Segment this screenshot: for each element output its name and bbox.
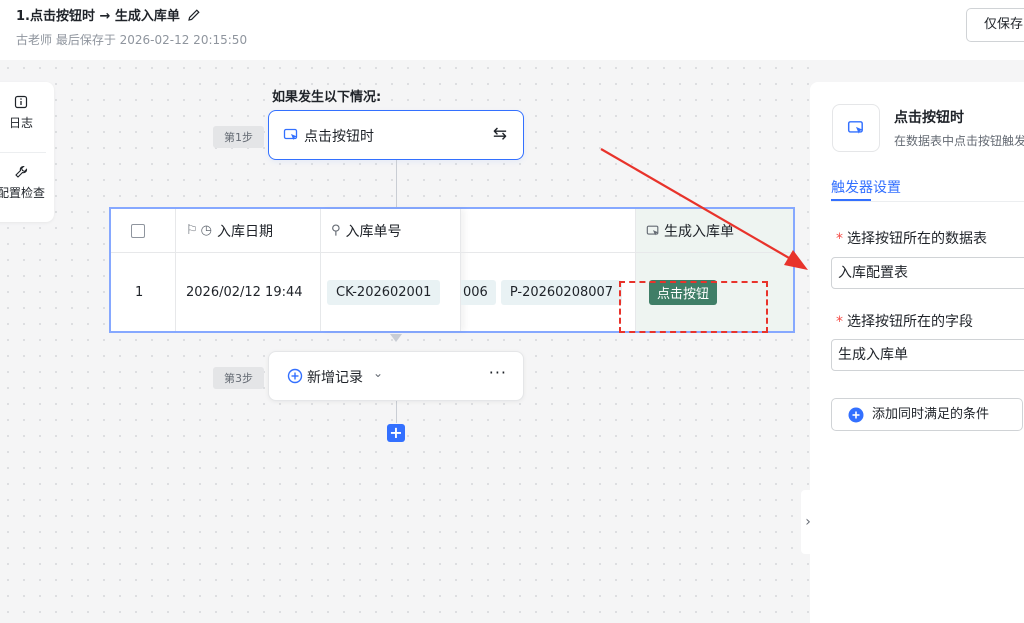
plus-circle-filled-icon bbox=[848, 407, 864, 423]
tab-trigger-settings[interactable]: 触发器设置 bbox=[831, 177, 901, 197]
field-select-label: * 选择按钮所在的字段 bbox=[836, 314, 973, 330]
field-select[interactable]: 生成入库单 bbox=[831, 339, 1024, 371]
panel-title: 点击按钮时 bbox=[894, 110, 964, 126]
table-select-label: * 选择按钮所在的数据表 bbox=[836, 231, 987, 247]
panel-description: 在数据表中点击按钮触发 bbox=[894, 134, 1024, 148]
cursor-click-icon-panel bbox=[847, 121, 863, 134]
table-select[interactable]: 入库配置表 bbox=[831, 257, 1024, 289]
add-condition-label: 添加同时满足的条件 bbox=[872, 407, 990, 422]
add-condition-button[interactable]: 添加同时满足的条件 bbox=[831, 398, 1023, 431]
config-panel: 点击按钮时 在数据表中点击按钮触发 触发器设置 * 选择按钮所在的数据表 入库配置… bbox=[810, 82, 1024, 623]
tab-divider bbox=[831, 201, 1024, 202]
trigger-icon-box bbox=[832, 104, 880, 152]
